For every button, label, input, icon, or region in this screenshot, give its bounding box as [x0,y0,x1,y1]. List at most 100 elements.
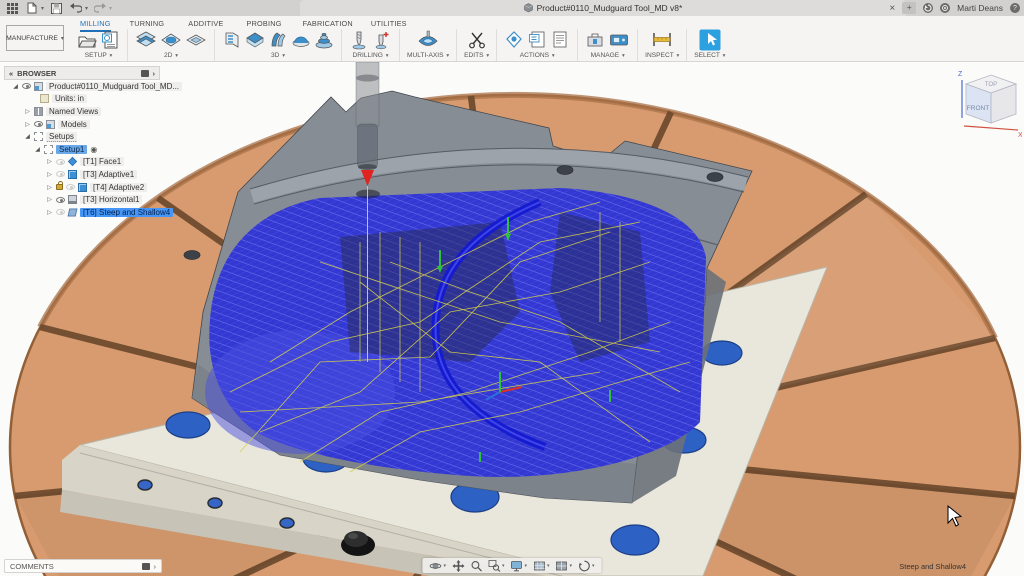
navigation-bar: ▾ ▾ ▾ ▾ ▾ ▾ [422,558,601,573]
tree-item-horizontal1[interactable]: ▷ [T3] Horizontal1 [4,193,174,206]
horizontal-operation-icon [68,195,77,204]
multiaxis-icon[interactable] [416,30,440,50]
disclosure-icon[interactable]: ▷ [46,158,53,165]
units-icon [40,94,49,103]
notifications-icon[interactable] [940,3,950,13]
3d-pocket-icon[interactable] [245,30,265,50]
2d-pocket-icon[interactable] [160,30,182,50]
tree-item-face1[interactable]: ▷ [T1] Face1 [4,156,174,169]
3d-morph-icon[interactable] [291,30,311,50]
panel-chevron-icon[interactable]: › [153,69,156,78]
display-mode-icon[interactable] [141,70,149,77]
tree-item-root[interactable]: ◢ Product#0110_Mudguard Tool_MD... [4,80,174,93]
disclosure-icon[interactable]: ▷ [46,209,53,216]
tool-library-icon[interactable] [585,30,605,50]
named-views-icon [34,107,43,116]
select-icon[interactable] [699,29,721,51]
tree-item-adaptive2[interactable]: ▷ [T4] Adaptive2 [4,181,174,194]
tree-item-named-views[interactable]: ▷ Named Views [4,105,174,118]
tree-item-steep-shallow4[interactable]: ▷ [T6] Steep and Shallow4 [4,206,174,219]
3d-flow-icon[interactable] [268,30,288,50]
job-status-icon[interactable] [923,3,933,13]
drill-icon[interactable] [349,30,369,50]
2d-face-icon[interactable] [185,30,207,50]
disclosure-icon[interactable]: ▷ [24,121,31,128]
orbit-icon[interactable]: ▾ [429,560,446,572]
workspace-selector[interactable]: MANUFACTURE ▾ [6,25,64,51]
title-bar: ▾ ▾ ▾ Product#0110_Mudguard Tool_MD v8* … [0,0,1024,16]
tree-item-units[interactable]: Units: in [4,93,174,106]
undo-icon[interactable] [68,2,84,14]
tree-item-adaptive1[interactable]: ▷ [T3] Adaptive1 [4,168,174,181]
comments-bar[interactable]: COMMENTS › [4,559,162,573]
tree-item-setup1[interactable]: ◢ Setup1 ◉ [4,143,174,156]
visibility-eye-icon[interactable] [56,197,65,203]
visibility-eye-icon[interactable] [56,159,65,165]
undo-caret[interactable]: ▾ [85,5,88,12]
close-tab-icon[interactable]: × [889,3,895,14]
disclosure-icon[interactable]: ▷ [46,196,53,203]
simulate-icon[interactable] [504,30,524,50]
tree-item-setups[interactable]: ◢ Setups [4,130,174,143]
adaptive-operation-icon [68,170,77,179]
group-3d: 3D ▾ [214,29,341,61]
disclosure-icon[interactable]: ▷ [46,171,53,178]
redo-caret[interactable]: ▾ [109,5,112,12]
collapse-panel-icon[interactable]: « [9,69,13,78]
grid-settings-icon[interactable]: ▾ [533,560,550,572]
visibility-eye-icon[interactable] [56,171,65,177]
zoom-window-icon[interactable]: ▾ [488,560,505,572]
viewcube-front-label: FRONT [967,105,989,112]
measure-icon[interactable] [651,30,673,50]
pan-icon[interactable] [452,560,464,572]
new-tab-icon[interactable]: + [902,2,916,14]
machine-library-icon[interactable] [608,30,630,50]
disclosure-icon[interactable]: ◢ [24,133,31,140]
help-icon[interactable]: ? [1010,3,1020,13]
tree-item-models[interactable]: ▷ Models [4,118,174,131]
comments-count-icon [142,563,150,570]
group-edits: EDITS ▾ [456,29,496,61]
view-cube[interactable]: TOP FRONT Z X [944,62,1022,138]
group-multiaxis: MULTI-AXIS ▾ [399,29,456,61]
x-axis [964,126,1018,130]
save-icon[interactable] [48,2,64,14]
gcode-setup-icon[interactable] [100,30,120,50]
steering-wheel-icon[interactable]: ▾ [578,560,595,572]
models-icon [46,120,55,129]
setups-folder-icon [34,132,43,141]
browser-header[interactable]: « BROWSER › [4,66,160,80]
zoom-icon[interactable] [470,560,482,572]
visibility-eye-icon[interactable] [56,209,65,215]
document-tab[interactable]: Product#0110_Mudguard Tool_MD v8* [300,0,906,16]
redo-icon[interactable] [92,2,108,14]
visibility-eye-icon[interactable] [66,184,75,190]
bore-icon[interactable] [372,30,392,50]
disclosure-icon[interactable]: ▷ [24,108,31,115]
app-grid-icon[interactable] [4,2,20,14]
browser-panel: « BROWSER › ◢ Product#0110_Mudguard Tool… [4,66,174,219]
document-icon [34,82,43,91]
3d-spiral-icon[interactable] [314,30,334,50]
scissors-icon[interactable] [467,30,487,50]
file-menu-caret[interactable]: ▾ [41,5,44,12]
visibility-eye-icon[interactable] [22,83,31,89]
3d-adaptive-icon[interactable] [222,30,242,50]
ribbon-toolbar: MANUFACTURE ▾ MILLING TURNING ADDITIVE P… [0,16,1024,62]
comments-chevron-icon[interactable]: › [154,562,157,571]
post-process-icon[interactable] [527,30,547,50]
wcs-target-icon[interactable]: ◉ [90,145,97,154]
group-manage: MANAGE ▾ [577,29,637,61]
visibility-eye-icon[interactable] [34,121,43,127]
file-menu-icon[interactable] [24,2,40,14]
new-setup-icon[interactable] [77,30,97,50]
disclosure-icon[interactable]: ◢ [12,83,19,90]
2d-adaptive-icon[interactable] [135,30,157,50]
disclosure-icon[interactable]: ▷ [46,184,53,191]
viewports-icon[interactable]: ▾ [556,560,573,572]
setup-sheet-icon[interactable] [550,30,570,50]
display-settings-icon[interactable]: ▾ [510,560,527,572]
disclosure-icon[interactable]: ◢ [34,146,41,153]
user-name[interactable]: Marti Deans [957,3,1003,13]
active-operation-status: Steep and Shallow4 [899,562,966,571]
